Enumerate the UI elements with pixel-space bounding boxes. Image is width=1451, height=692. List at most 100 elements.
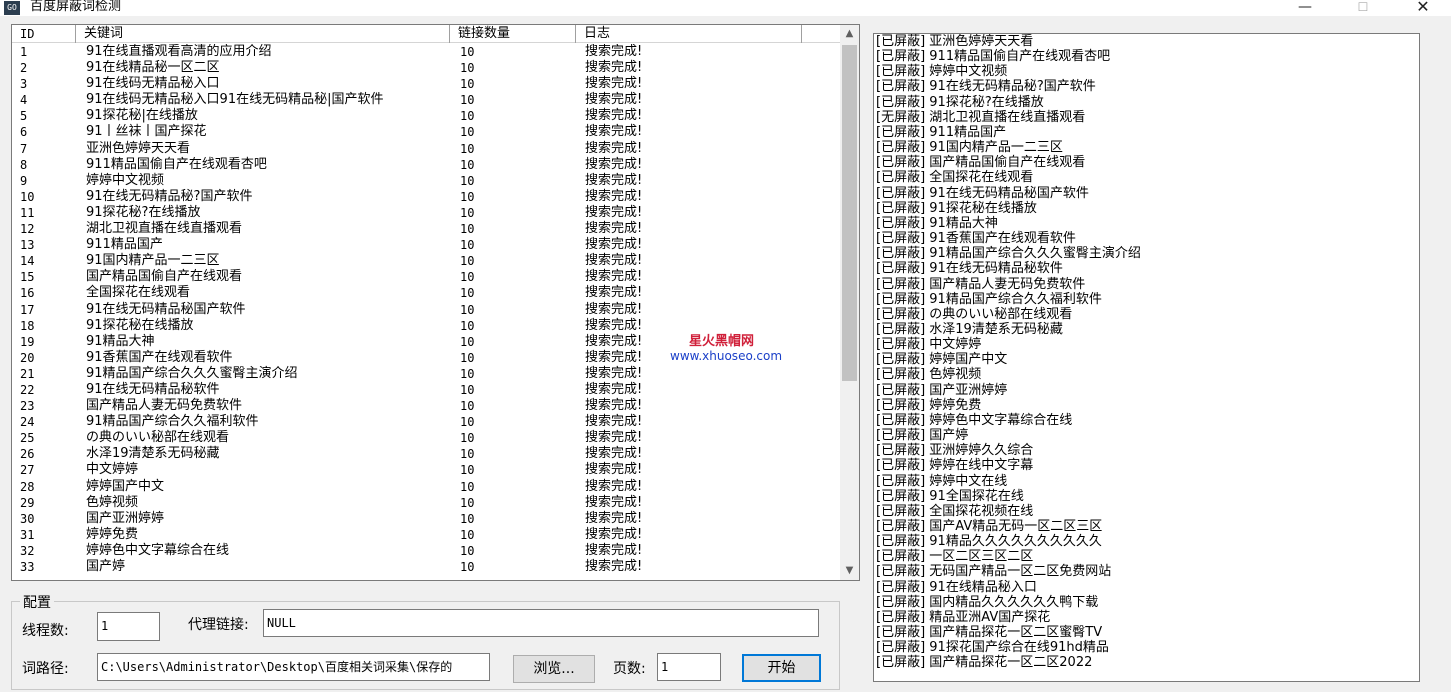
list-item[interactable]: [已屏蔽] 全国探花在线观看 [874,170,1419,185]
table-row[interactable]: 4 91在线码无精品秘入口91在线无码精品秘|国产软件 10 搜索完成! [12,92,840,108]
table-row[interactable]: 9 婷婷中文视频 10 搜索完成! [12,173,840,189]
minimize-icon[interactable]: — [1282,0,1328,16]
list-item[interactable]: [已屏蔽] 国产精品人妻无码免费软件 [874,277,1419,292]
keyword-grid[interactable]: ID 关键词 链接数量 日志 1 91在线直播观看高清的应用介绍 10 搜索完成! 2 9… [11,24,860,581]
row-id: 4 [20,93,28,108]
proxy-input[interactable]: NULL [263,609,819,637]
table-row[interactable]: 5 91探花秘|在线播放 10 搜索完成! [12,108,840,124]
scroll-down-icon[interactable]: ▼ [840,562,859,580]
list-item[interactable]: [已屏蔽] 无码国产精品一区二区免费网站 [874,564,1419,579]
list-item[interactable]: [已屏蔽] 91在线精品秘入口 [874,580,1419,595]
list-item[interactable]: [已屏蔽] 91国内精产品一二三区 [874,140,1419,155]
table-row[interactable]: 33 国产婷 10 搜索完成! [12,559,840,575]
table-row[interactable]: 30 国产亚洲婷婷 10 搜索完成! [12,511,840,527]
list-item[interactable]: [已屏蔽] 国内精品久久久久久久鸭下载 [874,595,1419,610]
table-row[interactable]: 32 婷婷色中文字幕综合在线 10 搜索完成! [12,543,840,559]
list-item[interactable]: [已屏蔽] 婷婷色中文字幕综合在线 [874,413,1419,428]
list-item[interactable]: [已屏蔽] 91精品国产综合久久久蜜臀主演介绍 [874,246,1419,261]
list-item[interactable]: [已屏蔽] 911精品国产 [874,125,1419,140]
list-item[interactable]: [已屏蔽] 91探花国产综合在线91hd精品 [874,640,1419,655]
table-row[interactable]: 25 の典のいい秘部在线观看 10 搜索完成! [12,430,840,446]
table-row[interactable]: 7 亚洲色婷婷天天看 10 搜索完成! [12,141,840,157]
list-item[interactable]: [已屏蔽] 全国探花视频在线 [874,504,1419,519]
table-row[interactable]: 14 91国内精产品一二三区 10 搜索完成! [12,253,840,269]
list-item[interactable]: [已屏蔽] 亚洲婷婷久久综合 [874,443,1419,458]
row-link-count: 10 [460,125,475,140]
table-row[interactable]: 10 91在线无码精品秘?国产软件 10 搜索完成! [12,189,840,205]
column-header-keyword[interactable]: 关键词 [76,25,450,43]
list-item[interactable]: [无屏蔽] 湖北卫视直播在线直播观看 [874,110,1419,125]
start-button[interactable]: 开始 [742,654,821,682]
row-keyword: 91丨丝袜丨国产探花 [86,124,207,140]
list-item[interactable]: [已屏蔽] 91在线无码精品秘?国产软件 [874,79,1419,94]
table-row[interactable]: 2 91在线精品秘一区二区 10 搜索完成! [12,60,840,76]
column-header-link-count[interactable]: 链接数量 [450,25,576,43]
row-log: 搜索完成! [585,365,643,381]
row-keyword: 亚洲色婷婷天天看 [86,140,191,156]
list-item[interactable]: [已屏蔽] 国产AV精品无码一区二区三区 [874,519,1419,534]
list-item[interactable]: [已屏蔽] 婷婷免费 [874,398,1419,413]
table-row[interactable]: 16 全国探花在线观看 10 搜索完成! [12,285,840,301]
list-item[interactable]: [已屏蔽] 精品亚洲AV国产探花 [874,610,1419,625]
list-item[interactable]: [已屏蔽] 婷婷中文在线 [874,474,1419,489]
table-row[interactable]: 11 91探花秘?在线播放 10 搜索完成! [12,205,840,221]
table-row[interactable]: 29 色婷视频 10 搜索完成! [12,495,840,511]
row-link-count: 10 [460,109,475,124]
list-item[interactable]: [已屏蔽] 国产精品探花一区二区2022 [874,655,1419,670]
table-row[interactable]: 23 国产精品人妻无码免费软件 10 搜索完成! [12,398,840,414]
results-list[interactable]: [已屏蔽] 亚洲色婷婷天天看 [已屏蔽] 911精品国偷自产在线观看杏吧 [已屏蔽]… [873,33,1420,682]
list-item[interactable]: [已屏蔽] 婷婷在线中文字幕 [874,458,1419,473]
table-row[interactable]: 6 91丨丝袜丨国产探花 10 搜索完成! [12,124,840,140]
table-row[interactable]: 26 水泽19清楚系无码秘藏 10 搜索完成! [12,446,840,462]
list-item[interactable]: [已屏蔽] 婷婷国产中文 [874,352,1419,367]
path-input[interactable]: C:\Users\Administrator\Desktop\百度相关词采集\保… [97,653,490,681]
table-row[interactable]: 31 婷婷免费 10 搜索完成! [12,527,840,543]
list-item[interactable]: [已屏蔽] 91香蕉国产在线观看软件 [874,231,1419,246]
table-row[interactable]: 22 91在线无码精品秘软件 10 搜索完成! [12,382,840,398]
list-item[interactable]: [已屏蔽] 911精品国偷自产在线观看杏吧 [874,49,1419,64]
table-row[interactable]: 1 91在线直播观看高清的应用介绍 10 搜索完成! [12,44,840,60]
table-row[interactable]: 12 湖北卫视直播在线直播观看 10 搜索完成! [12,221,840,237]
list-item[interactable]: [已屏蔽] 国产婷 [874,428,1419,443]
column-header-id[interactable]: ID [12,25,76,43]
list-item[interactable]: [已屏蔽] 亚洲色婷婷天天看 [874,34,1419,49]
list-item[interactable]: [已屏蔽] 水泽19清楚系无码秘藏 [874,322,1419,337]
row-keyword: 91在线无码精品秘国产软件 [86,301,246,317]
table-row[interactable]: 27 中文婷婷 10 搜索完成! [12,462,840,478]
list-item[interactable]: [已屏蔽] 91探花秘?在线播放 [874,95,1419,110]
list-item[interactable]: [已屏蔽] 婷婷中文视频 [874,64,1419,79]
list-item[interactable]: [已屏蔽] 91探花秘在线播放 [874,201,1419,216]
list-item[interactable]: [已屏蔽] 91精品久久久久久久久久久久 [874,534,1419,549]
scroll-thumb[interactable] [842,45,857,381]
close-icon[interactable]: ✕ [1400,0,1446,16]
list-item[interactable]: [已屏蔽] の典のいい秘部在线观看 [874,307,1419,322]
list-item[interactable]: [已屏蔽] 国产精品国偷自产在线观看 [874,155,1419,170]
list-item[interactable]: [已屏蔽] 91精品大神 [874,216,1419,231]
threads-input[interactable]: 1 [97,612,160,641]
table-row[interactable]: 15 国产精品国偷自产在线观看 10 搜索完成! [12,269,840,285]
list-item[interactable]: [已屏蔽] 91精品国产综合久久福利软件 [874,292,1419,307]
column-header-log[interactable]: 日志 [576,25,802,43]
grid-scrollbar[interactable]: ▲ ▼ [840,25,859,580]
list-item[interactable]: [已屏蔽] 91在线无码精品秘国产软件 [874,186,1419,201]
list-item[interactable]: [已屏蔽] 91全国探花在线 [874,489,1419,504]
pages-input[interactable]: 1 [657,653,721,681]
row-link-count: 10 [460,560,475,574]
list-item[interactable]: [已屏蔽] 色婷视频 [874,367,1419,382]
browse-button[interactable]: 浏览... [513,655,595,683]
table-row[interactable]: 13 911精品国产 10 搜索完成! [12,237,840,253]
list-item[interactable]: [已屏蔽] 一区二区三区二区 [874,549,1419,564]
table-row[interactable]: 17 91在线无码精品秘国产软件 10 搜索完成! [12,302,840,318]
table-row[interactable]: 24 91精品国产综合久久福利软件 10 搜索完成! [12,414,840,430]
list-item[interactable]: [已屏蔽] 国产精品探花一区二区蜜臀TV [874,625,1419,640]
table-row[interactable]: 21 91精品国产综合久久久蜜臀主演介绍 10 搜索完成! [12,366,840,382]
list-item[interactable]: [已屏蔽] 中文婷婷 [874,337,1419,352]
list-item[interactable]: [已屏蔽] 国产亚洲婷婷 [874,383,1419,398]
table-row[interactable]: 28 婷婷国产中文 10 搜索完成! [12,479,840,495]
maximize-icon[interactable]: ☐ [1340,0,1386,16]
grid-body[interactable]: 1 91在线直播观看高清的应用介绍 10 搜索完成! 2 91在线精品秘一区二区 10 搜索完… [12,44,840,580]
list-item[interactable]: [已屏蔽] 91在线无码精品秘软件 [874,261,1419,276]
table-row[interactable]: 8 911精品国偷自产在线观看杏吧 10 搜索完成! [12,157,840,173]
scroll-up-icon[interactable]: ▲ [840,25,859,43]
table-row[interactable]: 3 91在线码无精品秘入口 10 搜索完成! [12,76,840,92]
